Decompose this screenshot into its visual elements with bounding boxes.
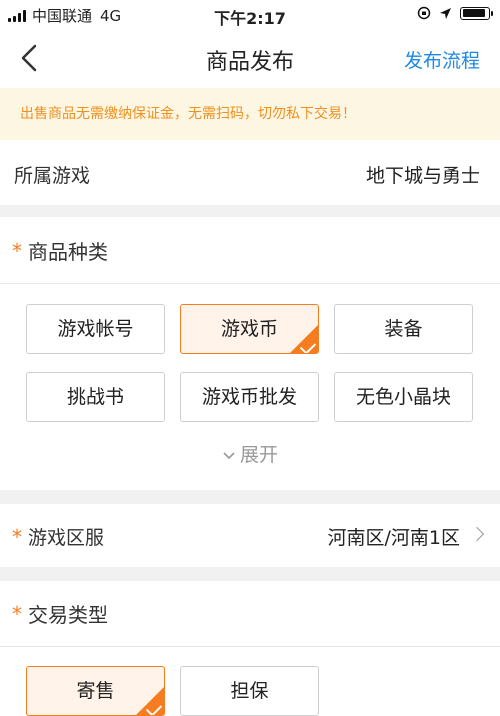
category-option-equipment[interactable]: 装备 — [334, 304, 473, 354]
category-title: 商品种类 — [28, 240, 108, 264]
chevron-down-icon — [223, 451, 235, 459]
expand-label: 展开 — [239, 444, 278, 466]
option-label: 寄售 — [76, 680, 115, 702]
game-label: 所属游戏 — [14, 165, 91, 187]
trade-option-guarantee[interactable]: 担保 — [180, 666, 319, 716]
option-label: 无色小晶块 — [355, 386, 451, 408]
chevron-left-icon — [21, 44, 37, 72]
trade-type-header: * 交易类型 — [0, 583, 500, 643]
status-right — [417, 6, 493, 20]
option-label: 担保 — [230, 680, 269, 702]
option-label: 游戏币批发 — [201, 386, 297, 408]
category-option-colorless-crystal[interactable]: 无色小晶块 — [334, 372, 473, 422]
back-button[interactable] — [14, 40, 44, 76]
expand-button[interactable]: 展开 — [0, 440, 500, 467]
navigation-bar: 商品发布 发布流程 — [0, 30, 500, 86]
required-mark: * — [12, 525, 22, 549]
trade-option-consignment[interactable]: 寄售 — [26, 666, 165, 716]
option-label: 挑战书 — [66, 386, 124, 408]
location-icon — [440, 7, 451, 19]
required-mark: * — [12, 239, 22, 263]
battery-icon — [460, 6, 493, 20]
option-label: 游戏帐号 — [57, 318, 134, 340]
divider — [0, 646, 500, 647]
option-label: 装备 — [384, 318, 423, 340]
server-label: 游戏区服 — [28, 527, 105, 549]
publish-process-link[interactable]: 发布流程 — [404, 46, 480, 73]
trade-type-title: 交易类型 — [28, 603, 108, 627]
rotation-lock-icon — [417, 6, 431, 20]
notice-banner: 出售商品无需缴纳保证金，无需扫码，切勿私下交易！ — [0, 88, 500, 140]
game-row[interactable]: 所属游戏 地下城与勇士 — [0, 143, 500, 205]
category-header: * 商品种类 — [0, 220, 500, 280]
required-mark: * — [12, 602, 22, 626]
option-label: 游戏币 — [220, 318, 278, 340]
server-row[interactable]: * 游戏区服 河南区/河南1区 — [0, 505, 500, 567]
chevron-right-icon — [469, 526, 485, 542]
status-bar: 中国联通 4G 下午2:17 — [0, 0, 500, 30]
section-gap — [0, 490, 500, 504]
server-value: 河南区/河南1区 — [327, 527, 461, 549]
divider — [0, 283, 500, 284]
game-value: 地下城与勇士 — [365, 165, 480, 187]
section-gap — [0, 567, 500, 581]
category-option-account[interactable]: 游戏帐号 — [26, 304, 165, 354]
category-option-challenge-book[interactable]: 挑战书 — [26, 372, 165, 422]
category-option-currency-wholesale[interactable]: 游戏币批发 — [180, 372, 319, 422]
category-option-currency[interactable]: 游戏币 — [180, 304, 319, 354]
section-gap — [0, 205, 500, 217]
